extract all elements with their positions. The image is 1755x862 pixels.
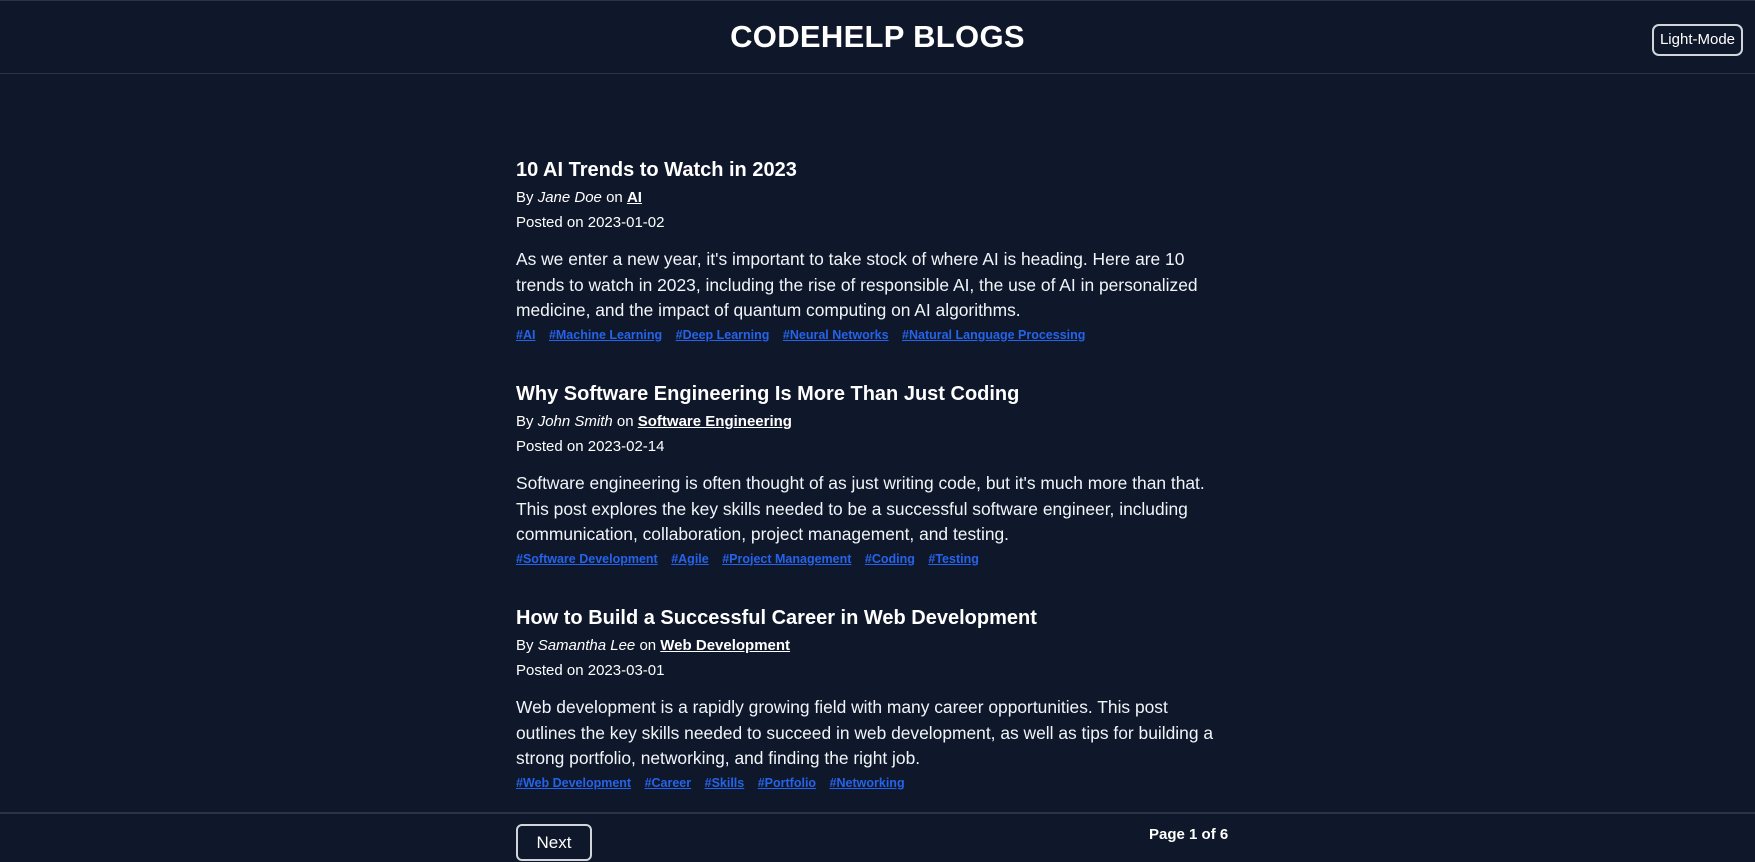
post-date: 2023-03-01 [587,662,665,679]
post-title: How to Build a Successful Career in Web … [516,607,1037,629]
post-category-link[interactable]: Web Development [660,637,790,654]
tag-link[interactable]: #AI [516,328,535,342]
post-content: Software engineering is often thought of… [516,473,1205,544]
post-date-line: Posted on 2023-02-14 [516,437,1216,457]
posted-on-label: Posted on [516,438,584,455]
post-content: Web development is a rapidly growing fie… [516,697,1213,768]
tag-link[interactable]: #Natural Language Processing [902,328,1085,342]
tag-link[interactable]: #Skills [705,776,745,790]
post-content: As we enter a new year, it's important t… [516,249,1198,320]
blog-post: 10 AI Trends to Watch in 2023 By Jane Do… [516,157,1216,381]
page-indicator: Page 1 of 6 [1149,826,1229,843]
tag-link[interactable]: #Machine Learning [549,328,662,342]
by-label: By [516,413,534,430]
tag-link[interactable]: #Software Development [516,552,658,566]
post-date: 2023-01-02 [587,214,665,231]
tag-link[interactable]: #Deep Learning [676,328,770,342]
post-meta: By Jane Doe on AI [516,188,1216,208]
post-category-link[interactable]: Software Engineering [638,413,792,430]
tag-link[interactable]: #Networking [830,776,905,790]
pagination-footer: Next Page 1 of 6 [0,812,1755,862]
on-label: on [639,637,657,654]
post-author: Samantha Lee [537,637,636,654]
post-meta: By John Smith on Software Engineering [516,412,1216,432]
site-header: CODEHELP BLOGS Light-Mode [0,0,1755,74]
post-date: 2023-02-14 [587,438,665,455]
blog-post-list: 10 AI Trends to Watch in 2023 By Jane Do… [516,157,1216,829]
post-date-line: Posted on 2023-03-01 [516,661,1216,681]
post-category-link[interactable]: AI [627,189,642,206]
post-meta: By Samantha Lee on Web Development [516,636,1216,656]
tag-link[interactable]: #Agile [671,552,709,566]
tag-link[interactable]: #Project Management [722,552,851,566]
tag-link[interactable]: #Web Development [516,776,631,790]
posted-on-label: Posted on [516,662,584,679]
blog-post: How to Build a Successful Career in Web … [516,605,1216,829]
post-title: 10 AI Trends to Watch in 2023 [516,159,797,181]
tag-link[interactable]: #Career [645,776,692,790]
tag-link[interactable]: #Testing [928,552,978,566]
by-label: By [516,637,534,654]
blog-post: Why Software Engineering Is More Than Ju… [516,381,1216,605]
light-mode-toggle-button[interactable]: Light-Mode [1651,24,1743,56]
site-title: CODEHELP BLOGS [730,19,1025,54]
tag-link[interactable]: #Coding [865,552,915,566]
next-page-button[interactable]: Next [516,824,592,861]
tag-link[interactable]: #Neural Networks [783,328,889,342]
post-date-line: Posted on 2023-01-02 [516,213,1216,233]
posted-on-label: Posted on [516,214,584,231]
by-label: By [516,189,534,206]
tag-link[interactable]: #Portfolio [758,776,816,790]
on-label: on [606,189,623,206]
post-title: Why Software Engineering Is More Than Ju… [516,383,1020,405]
post-tags: #Software Development #Agile #Project Ma… [516,550,1216,568]
on-label: on [616,413,634,430]
post-tags: #Web Development #Career #Skills #Portfo… [516,774,1216,792]
post-tags: #AI #Machine Learning #Deep Learning #Ne… [516,326,1216,344]
post-author: John Smith [537,413,613,430]
post-author: Jane Doe [537,189,602,206]
